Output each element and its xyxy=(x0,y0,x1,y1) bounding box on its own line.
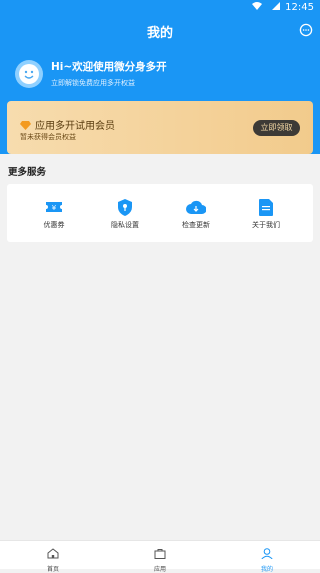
cloud-download-icon xyxy=(166,198,226,216)
vip-card: 应用多开试用会员 暂未获得会员权益 立即领取 xyxy=(7,101,313,154)
services-title: 更多服务 xyxy=(8,167,47,178)
bottom-tab-bar: 首页 应用 我的 xyxy=(0,540,320,573)
smiley-avatar-icon xyxy=(19,64,39,84)
service-privacy[interactable]: 隐私设置 xyxy=(95,198,155,230)
svg-text:¥: ¥ xyxy=(52,204,57,212)
profile-card[interactable]: Hi~欢迎使用微分身多开 立即解锁免费应用多开权益 xyxy=(15,60,167,88)
service-about[interactable]: 关于我们 xyxy=(236,198,296,230)
service-label: 优惠券 xyxy=(43,221,65,229)
profile-greeting: Hi~欢迎使用微分身多开 xyxy=(51,60,167,73)
shield-icon xyxy=(95,198,155,216)
coupon-icon: ¥ xyxy=(24,198,84,216)
service-label: 隐私设置 xyxy=(111,221,139,229)
user-icon xyxy=(247,544,287,563)
signal-icon xyxy=(272,1,281,13)
document-icon xyxy=(236,198,296,216)
claim-vip-button[interactable]: 立即领取 xyxy=(253,120,300,136)
service-label: 关于我们 xyxy=(252,221,280,229)
service-coupon[interactable]: ¥ 优惠券 xyxy=(24,198,84,230)
status-time: 12:45 xyxy=(285,1,314,13)
page-title: 我的 xyxy=(146,26,173,41)
services-panel: ¥ 优惠券 隐私设置 检查更新 关于我们 xyxy=(7,184,313,242)
vip-subtitle: 暂未获得会员权益 xyxy=(20,133,76,141)
service-update[interactable]: 检查更新 xyxy=(166,198,226,230)
chat-bubble-icon[interactable] xyxy=(299,22,313,37)
wifi-icon xyxy=(252,1,263,13)
service-label: 检查更新 xyxy=(182,221,210,229)
vip-title: 应用多开试用会员 xyxy=(35,121,115,132)
profile-subtitle: 立即解锁免费应用多开权益 xyxy=(51,78,135,87)
bag-icon xyxy=(140,544,180,563)
status-bar: 12:45 xyxy=(0,0,320,14)
avatar[interactable] xyxy=(15,60,43,88)
home-icon xyxy=(33,544,73,563)
